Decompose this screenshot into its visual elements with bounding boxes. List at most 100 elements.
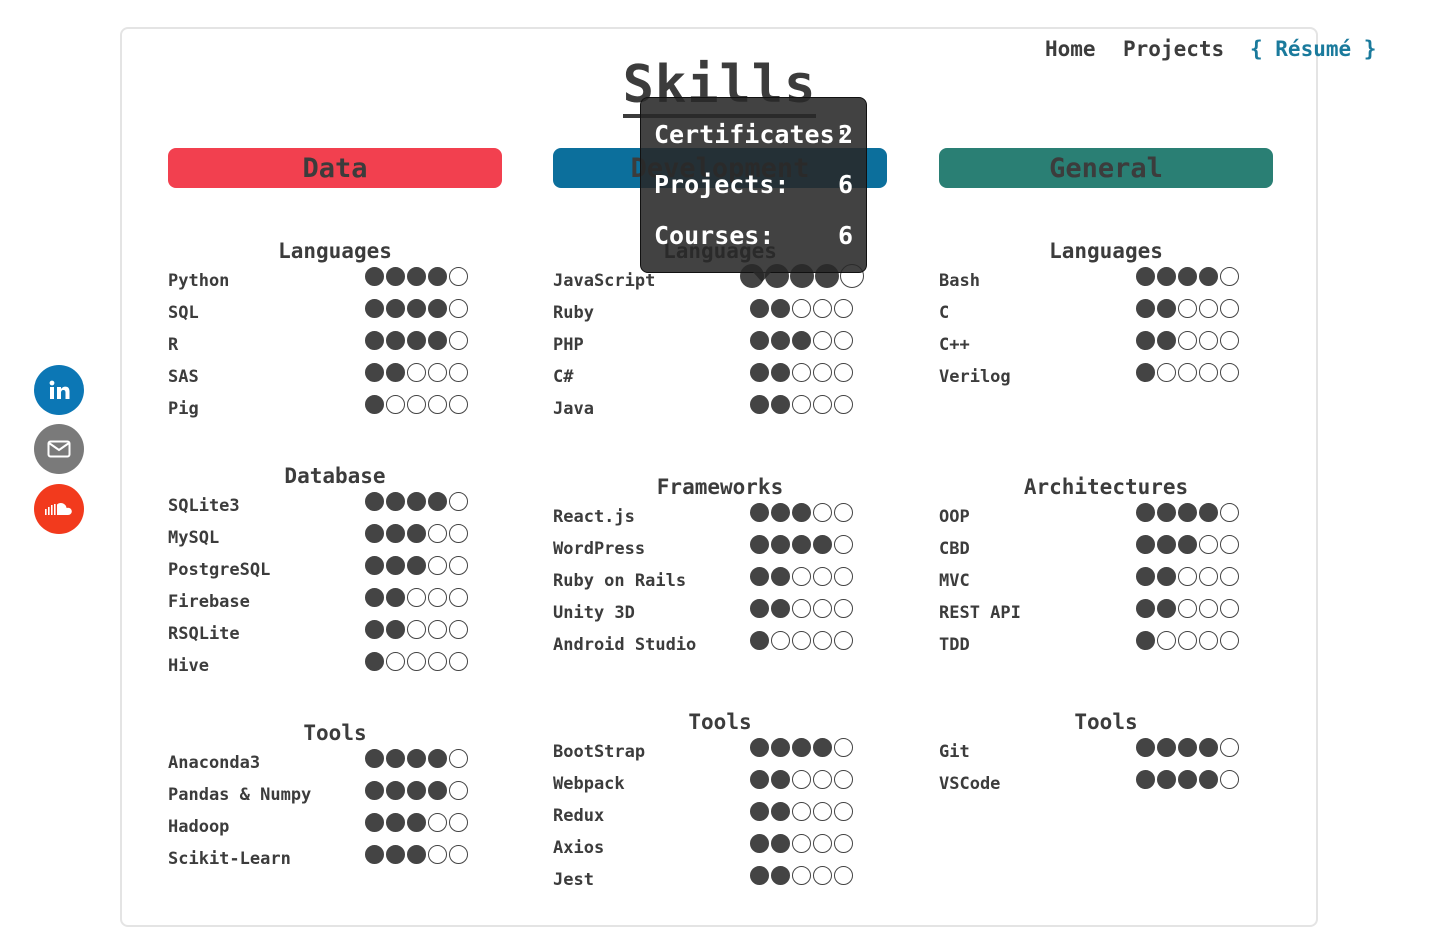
column-data: Data Languages Python SQL R SAS Pig Database SQL… (168, 148, 502, 869)
rating-dot-empty (1178, 631, 1197, 650)
rating-dot-filled (407, 749, 426, 768)
skill-row[interactable]: Verilog (939, 363, 1273, 395)
rating-dot-empty (813, 599, 832, 618)
rating-dot-empty (428, 588, 447, 607)
skill-row[interactable]: Hive (168, 652, 502, 684)
skill-row[interactable]: PHP (553, 331, 887, 363)
rating-dot-empty (813, 802, 832, 821)
skill-name: VSCode (939, 774, 1001, 794)
skill-name: WordPress (553, 539, 646, 559)
skill-rating (365, 556, 470, 575)
rating-dot-empty (449, 492, 468, 511)
skill-row[interactable]: Axios (553, 834, 887, 866)
rating-dot-filled (1136, 535, 1155, 554)
email-button[interactable] (34, 424, 84, 474)
skill-rating (365, 620, 470, 639)
skill-row[interactable]: RSQLite (168, 620, 502, 652)
tooltip-certificates-value: 2 (837, 120, 853, 149)
skill-row[interactable]: R (168, 331, 502, 363)
skill-row[interactable]: Python (168, 267, 502, 299)
skill-rating (750, 363, 855, 382)
rating-dot-filled (771, 567, 790, 586)
skill-row[interactable]: MySQL (168, 524, 502, 556)
skill-row[interactable]: CBD (939, 535, 1273, 567)
skill-row[interactable]: Git (939, 738, 1273, 770)
skill-group: Tools BootStrap Webpack Redux Axios Jest (553, 706, 887, 898)
rating-dot-empty (1199, 331, 1218, 350)
skill-row[interactable]: Unity 3D (553, 599, 887, 631)
tooltip-projects-value: 6 (837, 170, 853, 199)
skill-row[interactable]: Anaconda3 (168, 749, 502, 781)
skill-row[interactable]: WordPress (553, 535, 887, 567)
skill-row[interactable]: Pig (168, 395, 502, 427)
rating-dot-filled (386, 524, 405, 543)
skill-row[interactable]: PostgreSQL (168, 556, 502, 588)
skill-row[interactable]: Android Studio (553, 631, 887, 663)
rating-dot-filled (771, 834, 790, 853)
skill-row[interactable]: Ruby (553, 299, 887, 331)
rating-dot-filled (771, 299, 790, 318)
skill-row[interactable]: BootStrap (553, 738, 887, 770)
rating-dot-filled (771, 395, 790, 414)
group-title: Database (284, 464, 386, 488)
rating-dot-filled (771, 363, 790, 382)
skill-row[interactable]: SQL (168, 299, 502, 331)
skill-row[interactable]: Jest (553, 866, 887, 898)
rating-dot-filled (750, 567, 769, 586)
rating-dot-empty (449, 620, 468, 639)
skill-row[interactable]: SQLite3 (168, 492, 502, 524)
rating-dot-filled (792, 535, 811, 554)
skill-row[interactable]: C++ (939, 331, 1273, 363)
skill-row[interactable]: VSCode (939, 770, 1273, 802)
skill-rating (365, 845, 470, 864)
rating-dot-filled (365, 652, 384, 671)
skill-rating (365, 652, 470, 671)
skill-row[interactable]: MVC (939, 567, 1273, 599)
skill-row[interactable]: OOP (939, 503, 1273, 535)
skill-row[interactable]: C (939, 299, 1273, 331)
rating-dot-filled (750, 503, 769, 522)
skill-row[interactable]: Hadoop (168, 813, 502, 845)
rating-dot-filled (1136, 770, 1155, 789)
skill-row[interactable]: Firebase (168, 588, 502, 620)
rating-dot-empty (449, 299, 468, 318)
rating-dot-empty (771, 631, 790, 650)
rating-dot-empty (834, 535, 853, 554)
rating-dot-filled (771, 503, 790, 522)
skill-group: Architectures OOP CBD MVC REST API TDD (939, 471, 1273, 663)
skill-row[interactable]: Redux (553, 802, 887, 834)
rating-dot-empty (1199, 631, 1218, 650)
skill-row[interactable]: TDD (939, 631, 1273, 663)
skill-name: Ruby on Rails (553, 571, 687, 591)
skill-row[interactable]: REST API (939, 599, 1273, 631)
column-header-data[interactable]: Data (168, 148, 502, 188)
skill-row[interactable]: SAS (168, 363, 502, 395)
linkedin-icon (48, 379, 70, 401)
rating-dot-empty (813, 299, 832, 318)
skill-name: Anaconda3 (168, 753, 261, 773)
skill-row[interactable]: C# (553, 363, 887, 395)
column-header-general[interactable]: General (939, 148, 1273, 188)
skill-row[interactable]: React.js (553, 503, 887, 535)
skill-row[interactable]: Java (553, 395, 887, 427)
soundcloud-button[interactable] (34, 484, 84, 534)
skill-row[interactable]: Bash (939, 267, 1273, 299)
linkedin-button[interactable] (34, 365, 84, 415)
rating-dot-empty (1199, 599, 1218, 618)
rating-dot-empty (834, 395, 853, 414)
rating-dot-empty (834, 331, 853, 350)
skill-rating (750, 834, 855, 853)
group-title: Frameworks (656, 475, 784, 499)
skill-row[interactable]: Webpack (553, 770, 887, 802)
group-title: Architectures (1023, 475, 1189, 499)
rating-dot-filled (1136, 738, 1155, 757)
skill-row[interactable]: Scikit-Learn (168, 845, 502, 877)
rating-dot-empty (792, 599, 811, 618)
rating-dot-filled (407, 813, 426, 832)
rating-dot-empty (1220, 770, 1239, 789)
skill-row[interactable]: Pandas & Numpy (168, 781, 502, 813)
rating-dot-filled (750, 331, 769, 350)
skill-row[interactable]: Ruby on Rails (553, 567, 887, 599)
skill-rating (1136, 535, 1241, 554)
skill-rating (750, 299, 855, 318)
